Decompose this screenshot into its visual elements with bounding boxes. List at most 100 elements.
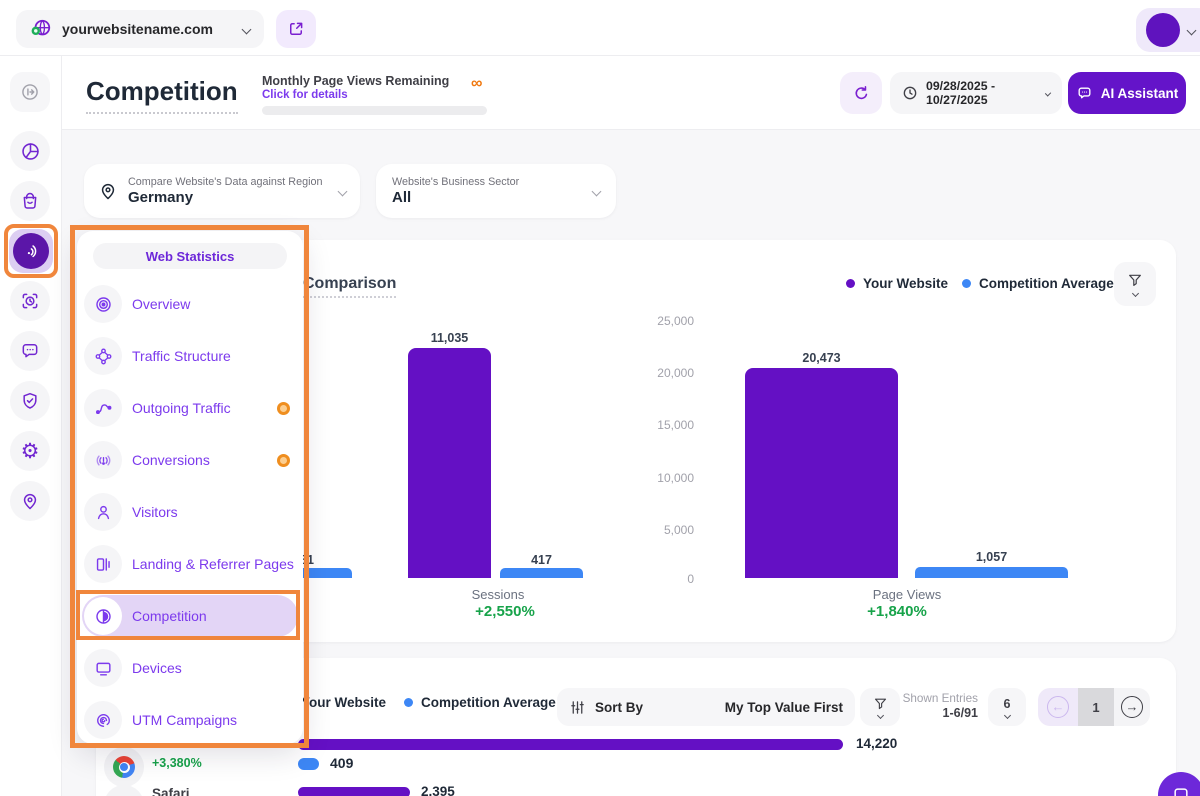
avatar — [1146, 13, 1180, 47]
chevron-down-icon — [1003, 711, 1010, 718]
bar-sessions-your-website — [408, 348, 491, 578]
collapse-icon — [20, 82, 40, 102]
group-change: +2,550% — [425, 603, 585, 620]
page-size-select[interactable]: 6 — [988, 688, 1026, 726]
bar-value: 20,473 — [745, 351, 898, 365]
legend-label: Competition Average — [979, 276, 1114, 291]
date-range-value: 09/28/2025 - 10/27/2025 — [926, 79, 1038, 107]
menu-item-visitors[interactable]: Visitors — [84, 486, 296, 538]
rail-item-dashboard[interactable] — [10, 131, 50, 171]
pagination-current-page[interactable]: 1 — [1078, 688, 1114, 726]
arrow-right-icon: → — [1121, 696, 1143, 718]
menu-item-competition[interactable]: Competition — [84, 590, 296, 642]
clock-icon — [902, 85, 918, 101]
infinity-icon: ∞ — [471, 75, 482, 93]
location-pin-icon — [20, 491, 40, 511]
chevron-down-icon — [242, 24, 252, 34]
bar-value: 417 — [500, 553, 583, 567]
pie-chart-icon — [20, 141, 41, 162]
filter-sector[interactable]: Website's Business Sector All — [376, 164, 616, 218]
competition-contrast-icon — [84, 597, 122, 635]
table-legend-competition-average[interactable]: Competition Average — [404, 695, 556, 710]
sort-by-value: My Top Value First — [725, 700, 843, 715]
date-range-picker[interactable]: 09/28/2025 - 10/27/2025 — [890, 72, 1062, 114]
y-tick: 10,000 — [642, 471, 694, 485]
filter-sector-value: All — [392, 189, 583, 206]
sliders-icon — [569, 699, 586, 716]
menu-item-overview[interactable]: Overview — [84, 278, 296, 330]
rail-item-session-recordings[interactable] — [10, 281, 50, 321]
sort-by-control[interactable]: Sort By My Top Value First — [557, 688, 855, 726]
outgoing-route-icon — [84, 389, 122, 427]
chat-icon — [20, 341, 40, 361]
bar-pageviews-competition — [915, 567, 1068, 578]
chart-legend-your-website[interactable]: Your Website — [846, 276, 948, 291]
menu-item-landing-referrer[interactable]: Landing & Referrer Pages — [84, 538, 296, 590]
menu-item-devices[interactable]: Devices — [84, 642, 296, 694]
rail-item-ecommerce[interactable] — [10, 181, 50, 221]
group-label: Sessions — [418, 587, 578, 602]
ai-assistant-button[interactable]: AI Assistant — [1068, 72, 1186, 114]
table-filter-button[interactable] — [860, 688, 900, 726]
funnel-icon — [1127, 272, 1143, 288]
shown-entries-value: 1-6/91 — [902, 706, 978, 720]
user-menu[interactable] — [1136, 8, 1200, 52]
notification-badge — [277, 454, 290, 467]
menu-item-conversions[interactable]: Conversions — [84, 434, 296, 486]
group-change: +1,840% — [817, 603, 977, 620]
filter-region[interactable]: Compare Website's Data against Region Ge… — [84, 164, 360, 218]
y-tick: 20,000 — [642, 366, 694, 380]
menu-header: Web Statistics — [93, 243, 287, 269]
devices-monitor-icon — [84, 649, 122, 687]
sort-by-label: Sort By — [595, 700, 716, 715]
y-tick: 25,000 — [642, 314, 694, 328]
rail-collapse-button[interactable] — [10, 72, 50, 112]
rail-item-settings[interactable]: ⚙ — [10, 431, 50, 471]
site-logo-icon — [30, 18, 52, 40]
menu-item-outgoing-traffic[interactable]: Outgoing Traffic — [84, 382, 296, 434]
legend-label: Your Website — [301, 695, 386, 710]
chevron-down-icon — [1131, 290, 1138, 297]
site-selector[interactable]: yourwebsitename.com — [16, 10, 264, 48]
filter-region-value: Germany — [128, 189, 329, 206]
bar-value-partial: 81 — [300, 553, 324, 567]
page-size-value: 6 — [1004, 697, 1011, 711]
legend-label: Your Website — [863, 276, 948, 291]
pagination-prev-button[interactable]: ← — [1038, 688, 1078, 726]
rail-item-feedback[interactable] — [10, 331, 50, 371]
chrome-logo-icon — [113, 756, 135, 778]
menu-item-traffic-structure[interactable]: Traffic Structure — [84, 330, 296, 382]
mpv-details-link[interactable]: Click for details — [262, 89, 348, 101]
traffic-structure-nodes-icon — [84, 337, 122, 375]
shown-entries-label: Shown Entries — [902, 692, 978, 705]
menu-item-utm-campaigns[interactable]: UTM Campaigns — [84, 694, 296, 746]
rail-item-security[interactable] — [10, 381, 50, 421]
pagination-next-button[interactable]: → — [1114, 688, 1150, 726]
arrow-left-icon: ← — [1047, 696, 1069, 718]
refresh-button[interactable] — [840, 72, 882, 114]
rail-item-locations[interactable] — [10, 481, 50, 521]
bar-pageviews-your-website — [745, 368, 898, 578]
rail-item-web-statistics[interactable] — [9, 229, 53, 273]
gear-icon: ⚙ — [21, 441, 40, 462]
external-link-icon — [287, 20, 305, 38]
chevron-down-icon — [876, 712, 883, 719]
row-bar-value: 14,220 — [856, 736, 897, 751]
chart-filter-button[interactable] — [1114, 262, 1156, 306]
row-bar-value: 409 — [330, 755, 353, 771]
row-name: Safari — [152, 786, 190, 796]
filter-sector-label: Website's Business Sector — [392, 176, 583, 188]
chevron-down-icon — [1045, 90, 1052, 97]
chart-legend-competition-average[interactable]: Competition Average — [962, 276, 1114, 291]
pages-icon — [84, 545, 122, 583]
pagination: ← 1 → — [1038, 688, 1150, 726]
shield-check-icon — [20, 391, 40, 411]
funnel-icon — [873, 696, 888, 711]
site-name: yourwebsitename.com — [62, 21, 233, 37]
chart-title: Comparison — [303, 275, 396, 298]
row-change: +3,380% — [152, 756, 202, 770]
bar-value: 11,035 — [408, 331, 491, 345]
ai-assistant-label: AI Assistant — [1101, 86, 1179, 101]
open-site-button[interactable] — [276, 10, 316, 48]
row-bar-your-website — [298, 787, 410, 796]
